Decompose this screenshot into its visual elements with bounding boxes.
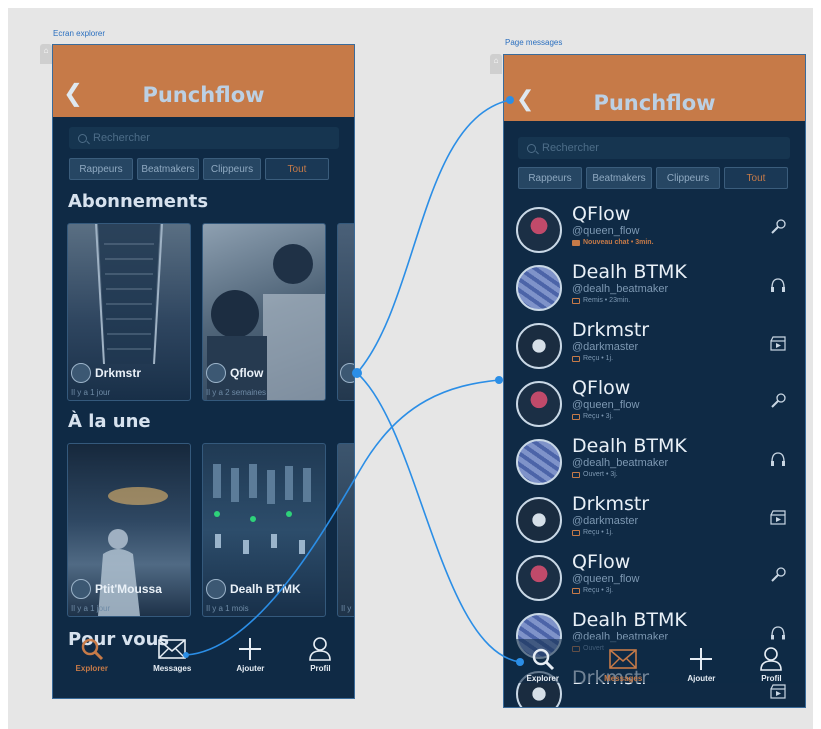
link-handle[interactable]: [352, 368, 362, 378]
prototype-links: [183, 96, 524, 666]
